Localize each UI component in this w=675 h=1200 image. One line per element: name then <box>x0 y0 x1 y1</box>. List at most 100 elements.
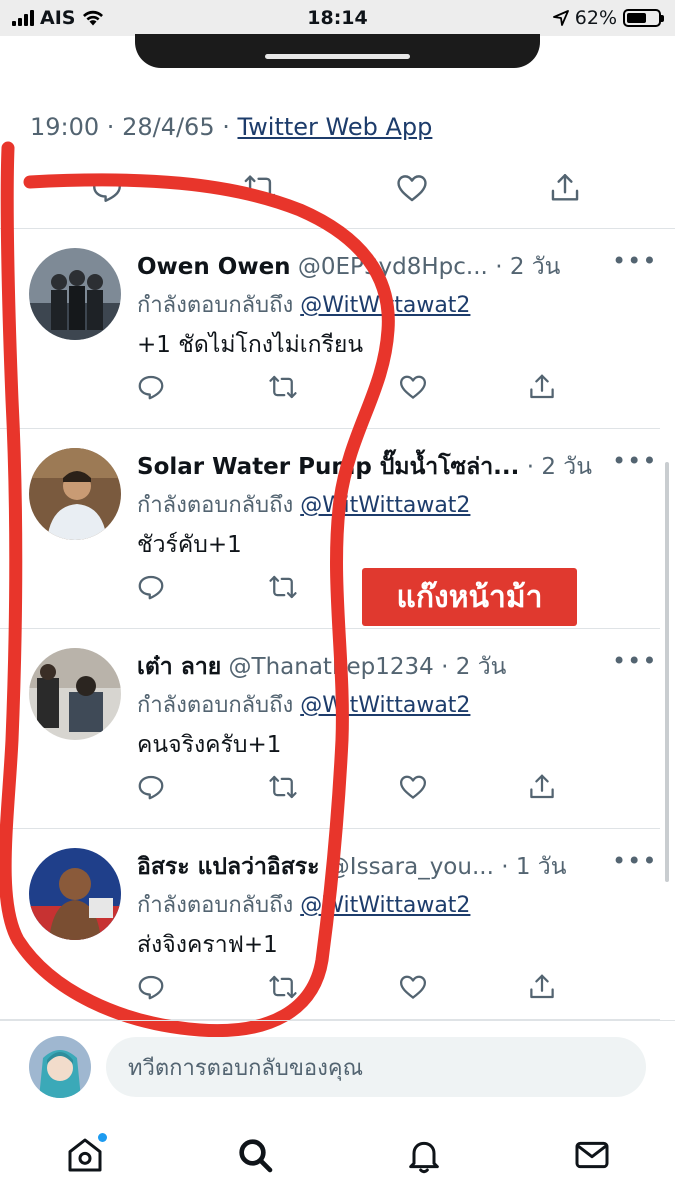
sheet-handle-area <box>135 34 540 68</box>
tweet-time: 19:00 <box>30 113 100 141</box>
main-tweet-actions <box>0 168 675 218</box>
display-name[interactable]: Owen Owen <box>137 254 291 280</box>
battery-icon <box>623 9 664 27</box>
share-icon <box>530 774 554 799</box>
reply-age: 2 วัน <box>509 254 561 280</box>
reply-compose-input[interactable]: ทวีตการตอบกลับของคุณ <box>106 1037 646 1097</box>
reply-item[interactable]: Owen Owen @0EP3yd8Hpc... · 2 วัน ••• กำล… <box>0 229 660 429</box>
user-handle: @0EP3yd8Hpc... <box>297 254 488 280</box>
share-button[interactable] <box>524 769 560 805</box>
reply-age: 2 วัน <box>541 454 592 480</box>
avatar[interactable] <box>29 648 121 740</box>
reply-item[interactable]: อิสระ แปลว่าอิสระ @Issara_you... · 1 วัน… <box>0 829 660 1020</box>
replying-label: กำลังตอบกลับถึง <box>137 893 294 918</box>
like-button[interactable] <box>395 969 431 1005</box>
sheet-handle[interactable] <box>265 54 410 59</box>
reply-icon <box>138 775 164 800</box>
reply-header: อิสระ แปลว่าอิสระ @Issara_you... · 1 วัน <box>137 849 592 885</box>
divider <box>0 1020 675 1021</box>
location-arrow-icon <box>552 10 569 26</box>
reply-header: Solar Water Pump ปั๊มน้ำโซล่า... · 2 วัน <box>137 449 592 485</box>
more-options-icon[interactable]: ••• <box>612 447 657 475</box>
heart-icon <box>400 975 426 999</box>
reply-header: เต๋า ลาย @Thanathep1234 · 2 วัน <box>137 649 592 685</box>
reply-text: +1 ชัดไม่โกงไม่เกรียน <box>137 332 364 358</box>
reply-age: 2 วัน <box>455 654 507 680</box>
reply-header: Owen Owen @0EP3yd8Hpc... · 2 วัน <box>137 249 592 285</box>
retweet-icon <box>269 575 297 599</box>
retweet-icon <box>269 975 297 999</box>
replying-handle-link[interactable]: @WitWittawat2 <box>300 893 470 918</box>
replying-handle-link[interactable]: @WitWittawat2 <box>300 493 470 518</box>
display-name[interactable]: อิสระ แปลว่าอิสระ <box>137 854 319 880</box>
nav-home[interactable] <box>63 1133 107 1177</box>
retweet-button[interactable] <box>265 369 301 405</box>
heart-icon <box>397 175 427 202</box>
dot-separator: · <box>441 654 449 680</box>
reply-icon <box>138 975 164 1000</box>
dot-separator: · <box>526 454 535 480</box>
user-avatar[interactable] <box>29 1036 91 1098</box>
replying-label: กำลังตอบกลับถึง <box>137 493 294 518</box>
reply-button[interactable] <box>87 168 127 208</box>
replying-to: กำลังตอบกลับถึง @WitWittawat2 <box>137 687 470 722</box>
avatar[interactable] <box>29 448 121 540</box>
replying-handle-link[interactable]: @WitWittawat2 <box>300 693 470 718</box>
share-icon <box>530 974 554 999</box>
reply-text: คนจริงครับ+1 <box>137 732 282 758</box>
replying-to: กำลังตอบกลับถึง @WitWittawat2 <box>137 487 470 522</box>
reply-icon <box>138 375 164 400</box>
more-options-icon[interactable]: ••• <box>612 847 657 875</box>
nav-search[interactable] <box>233 1133 277 1177</box>
retweet-button[interactable] <box>265 769 301 805</box>
annotation-badge: แก๊งหน้าม้า <box>362 568 577 626</box>
avatar[interactable] <box>29 248 121 340</box>
dot-separator: · <box>495 254 503 280</box>
tweet-date: 28/4/65 <box>122 113 215 141</box>
more-options-icon[interactable]: ••• <box>612 647 657 675</box>
new-content-dot <box>98 1133 107 1142</box>
retweet-icon <box>244 175 276 201</box>
mail-icon <box>575 1141 609 1169</box>
heart-icon <box>400 775 426 799</box>
search-icon <box>239 1139 273 1173</box>
retweet-button[interactable] <box>265 969 301 1005</box>
nav-notifications[interactable] <box>402 1133 446 1177</box>
display-name[interactable]: เต๋า ลาย <box>137 654 221 680</box>
like-button[interactable] <box>395 369 431 405</box>
share-button[interactable] <box>524 369 560 405</box>
heart-icon <box>400 375 426 399</box>
bottom-nav <box>0 1115 675 1200</box>
reply-item[interactable]: เต๋า ลาย @Thanathep1234 · 2 วัน ••• กำลั… <box>0 629 660 829</box>
scrollbar[interactable] <box>665 462 669 882</box>
like-button[interactable] <box>392 168 432 208</box>
retweet-button[interactable] <box>265 569 301 605</box>
retweet-icon <box>269 775 297 799</box>
bell-icon <box>409 1141 439 1174</box>
replying-label: กำลังตอบกลับถึง <box>137 693 294 718</box>
reply-text: ส่งจิงคราฟ+1 <box>137 932 278 958</box>
dot-separator: · <box>501 854 509 880</box>
display-name[interactable]: Solar Water Pump ปั๊มน้ำโซล่า... <box>137 454 519 480</box>
reply-button[interactable] <box>133 969 169 1005</box>
battery-fill <box>627 13 646 23</box>
battery-percent: 62% <box>574 7 617 29</box>
share-button[interactable] <box>545 168 585 208</box>
reply-button[interactable] <box>133 569 169 605</box>
reply-button[interactable] <box>133 369 169 405</box>
reply-age: 1 วัน <box>515 854 567 880</box>
reply-button[interactable] <box>133 769 169 805</box>
nav-messages[interactable] <box>570 1133 614 1177</box>
tweet-source-link[interactable]: Twitter Web App <box>237 113 432 141</box>
more-options-icon[interactable]: ••• <box>612 247 657 275</box>
replying-handle-link[interactable]: @WitWittawat2 <box>300 293 470 318</box>
replying-to: กำลังตอบกลับถึง @WitWittawat2 <box>137 887 470 922</box>
like-button[interactable] <box>395 769 431 805</box>
avatar[interactable] <box>29 848 121 940</box>
share-button[interactable] <box>524 969 560 1005</box>
share-icon <box>551 174 579 201</box>
retweet-button[interactable] <box>240 168 280 208</box>
status-bar: AIS 18:14 62% <box>0 0 675 36</box>
reply-icon <box>93 175 121 202</box>
reply-icon <box>138 575 164 600</box>
